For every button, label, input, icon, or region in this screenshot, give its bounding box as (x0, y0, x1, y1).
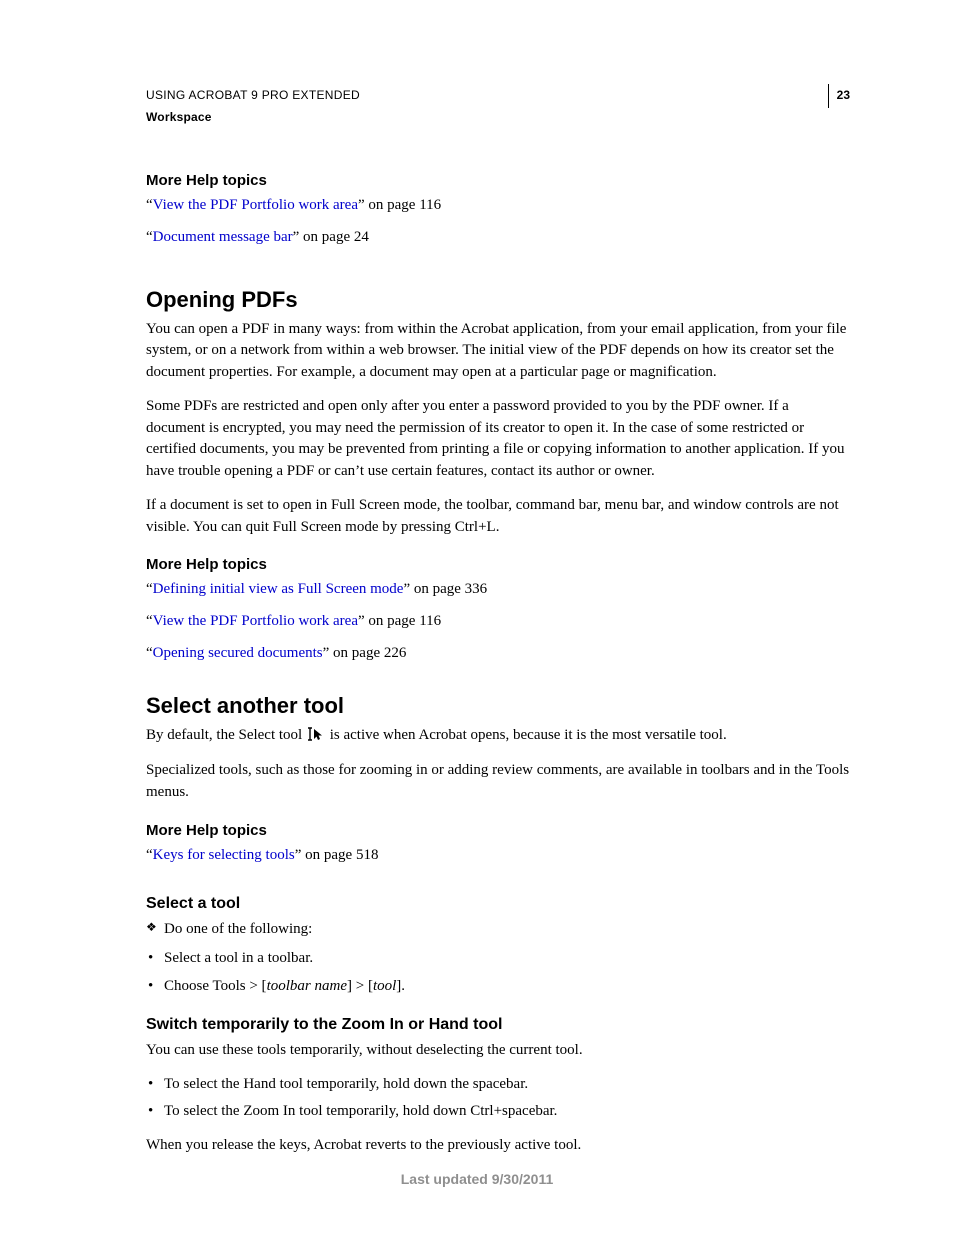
link-opening-secured-documents[interactable]: Opening secured documents (153, 645, 323, 661)
bullet-list: To select the Hand tool temporarily, hol… (146, 1074, 850, 1124)
link-view-pdf-portfolio[interactable]: View the PDF Portfolio work area (153, 197, 358, 213)
switch-para-2: When you release the keys, Acrobat rever… (146, 1135, 850, 1157)
help-link-row: “Opening secured documents” on page 226 (146, 643, 850, 665)
link-suffix: ” on page 518 (295, 847, 379, 863)
more-help-heading-1: More Help topics (146, 172, 850, 189)
opening-para-2: Some PDFs are restricted and open only a… (146, 396, 850, 483)
quote-open: “ (146, 229, 153, 245)
italic-text: tool (373, 978, 396, 994)
header-title: USING ACROBAT 9 PRO EXTENDED (146, 88, 360, 102)
quote-open: “ (146, 847, 153, 863)
help-link-row: “View the PDF Portfolio work area” on pa… (146, 611, 850, 633)
quote-open: “ (146, 613, 153, 629)
bullet-list: Select a tool in a toolbar. Choose Tools… (146, 948, 850, 998)
heading-select-another-tool: Select another tool (146, 693, 850, 719)
text: By default, the Select tool (146, 727, 306, 743)
opening-para-3: If a document is set to open in Full Scr… (146, 495, 850, 539)
running-header: USING ACROBAT 9 PRO EXTENDED 23 (146, 88, 850, 108)
page-number: 23 (837, 88, 850, 102)
text: Choose Tools > [ (164, 978, 267, 994)
help-link-row: “View the PDF Portfolio work area” on pa… (146, 195, 850, 217)
link-suffix: ” on page 116 (358, 613, 441, 629)
page-number-wrap: 23 (828, 88, 850, 108)
more-help-heading-3: More Help topics (146, 822, 850, 839)
text: ]. (396, 978, 405, 994)
text: ] > [ (347, 978, 373, 994)
header-subtitle: Workspace (146, 110, 850, 124)
document-page: USING ACROBAT 9 PRO EXTENDED 23 Workspac… (0, 0, 954, 1235)
opening-para-1: You can open a PDF in many ways: from wi… (146, 319, 850, 384)
more-help-heading-2: More Help topics (146, 556, 850, 573)
select-cursor-icon (308, 727, 324, 749)
text: is active when Acrobat opens, because it… (326, 727, 727, 743)
link-document-message-bar[interactable]: Document message bar (153, 229, 293, 245)
select-para-2: Specialized tools, such as those for zoo… (146, 760, 850, 804)
list-item: Select a tool in a toolbar. (164, 948, 850, 970)
link-suffix: ” on page 226 (323, 645, 407, 661)
quote-open: “ (146, 645, 153, 661)
help-link-row: “Document message bar” on page 24 (146, 227, 850, 249)
diamond-list: Do one of the following: (146, 919, 850, 941)
list-item: Do one of the following: (164, 919, 850, 941)
link-suffix: ” on page 116 (358, 197, 441, 213)
heading-switch-tool: Switch temporarily to the Zoom In or Han… (146, 1016, 850, 1034)
heading-opening-pdfs: Opening PDFs (146, 287, 850, 313)
link-suffix: ” on page 336 (403, 581, 487, 597)
footer-last-updated: Last updated 9/30/2011 (0, 1171, 954, 1187)
quote-open: “ (146, 197, 153, 213)
list-item: To select the Zoom In tool temporarily, … (164, 1101, 850, 1123)
link-suffix: ” on page 24 (293, 229, 369, 245)
list-item: Choose Tools > [toolbar name] > [tool]. (164, 976, 850, 998)
list-item: To select the Hand tool temporarily, hol… (164, 1074, 850, 1096)
link-defining-initial-view[interactable]: Defining initial view as Full Screen mod… (153, 581, 404, 597)
select-para-1: By default, the Select tool is active wh… (146, 725, 850, 749)
italic-text: toolbar name (267, 978, 347, 994)
link-view-pdf-portfolio[interactable]: View the PDF Portfolio work area (153, 613, 358, 629)
quote-open: “ (146, 581, 153, 597)
heading-select-a-tool: Select a tool (146, 895, 850, 913)
link-keys-selecting-tools[interactable]: Keys for selecting tools (153, 847, 295, 863)
switch-para-1: You can use these tools temporarily, wit… (146, 1040, 850, 1062)
page-number-divider (828, 84, 829, 108)
help-link-row: “Keys for selecting tools” on page 518 (146, 845, 850, 867)
help-link-row: “Defining initial view as Full Screen mo… (146, 579, 850, 601)
